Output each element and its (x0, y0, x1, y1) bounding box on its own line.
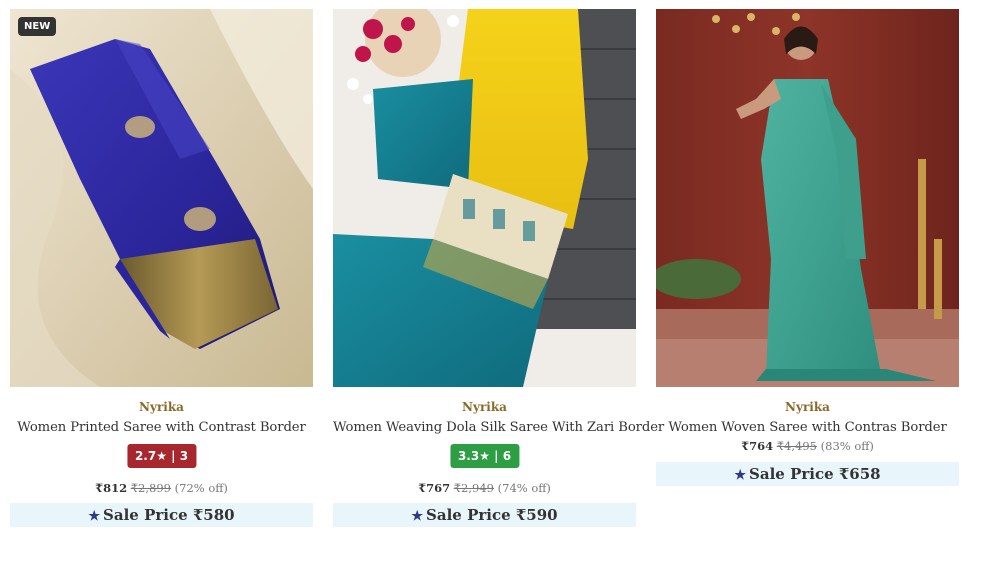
original-price: ₹2,949 (453, 481, 494, 495)
star-icon: ★ (88, 509, 101, 524)
rating-badge: 3.3★ | 6 (449, 444, 520, 468)
price-row: ₹764 ₹4,495 (83% off) (656, 439, 959, 453)
product-brand: Nyrika (139, 400, 184, 414)
discount-percent: (83% off) (820, 439, 874, 453)
product-title[interactable]: Women Printed Saree with Contrast Border (10, 420, 313, 435)
star-icon: ★ (411, 509, 424, 524)
star-icon: ★ (734, 468, 747, 483)
saree-image (333, 9, 636, 387)
current-price: ₹764 (741, 439, 774, 453)
original-price: ₹2,899 (130, 481, 171, 495)
product-image[interactable] (333, 9, 636, 387)
sale-price-label: Sale Price ₹590 (426, 506, 558, 524)
product-brand: Nyrika (785, 400, 830, 414)
discount-percent: (72% off) (174, 481, 228, 495)
price-row: ₹812 ₹2,899 (72% off) (10, 481, 313, 495)
sale-price-label: Sale Price ₹658 (749, 465, 881, 483)
rating-badge: 2.7★ | 3 (126, 444, 197, 468)
product-brand: Nyrika (462, 400, 507, 414)
saree-image (656, 9, 959, 387)
product-title[interactable]: Women Woven Saree with Contras Border (656, 420, 959, 435)
price-row: ₹767 ₹2,949 (74% off) (333, 481, 636, 495)
saree-image (10, 9, 313, 387)
product-image[interactable] (656, 9, 959, 387)
current-price: ₹812 (95, 481, 128, 495)
sale-price-label: Sale Price ₹580 (103, 506, 235, 524)
sale-price-banner: ★ Sale Price ₹590 (333, 503, 636, 527)
discount-percent: (74% off) (497, 481, 551, 495)
new-badge: NEW (18, 17, 57, 36)
sale-price-banner: ★ Sale Price ₹658 (656, 462, 959, 486)
product-image[interactable] (10, 9, 313, 387)
product-title[interactable]: Women Weaving Dola Silk Saree With Zari … (333, 420, 664, 435)
original-price: ₹4,495 (776, 439, 817, 453)
current-price: ₹767 (418, 481, 451, 495)
sale-price-banner: ★ Sale Price ₹580 (10, 503, 313, 527)
